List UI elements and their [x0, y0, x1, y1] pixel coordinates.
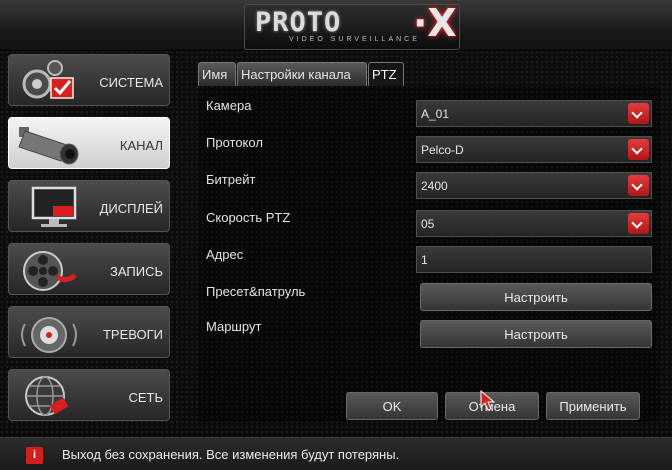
ptz-speed-value: 05	[421, 217, 435, 231]
chevron-down-icon[interactable]	[628, 139, 649, 160]
logo-text: PROTO	[255, 7, 342, 38]
protocol-value: Pelco-D	[421, 143, 464, 157]
sidebar-item-label: СЕТЬ	[128, 390, 163, 405]
sidebar-item-label: ЗАПИСЬ	[110, 264, 163, 279]
route-label: Маршрут	[206, 319, 262, 334]
gears-checkbox-icon	[22, 60, 74, 99]
status-message: Выход без сохранения. Все изменения буду…	[62, 447, 400, 462]
sidebar-menu: СИСТЕМА КАНАЛ ДИСПЛЕЙ ЗАПИСЬ ТРЕВОГИ СЕТ…	[8, 54, 170, 432]
ptz-speed-label: Скорость PTZ	[206, 210, 291, 225]
apply-button[interactable]: Применить	[546, 392, 640, 420]
status-bar: i Выход без сохранения. Все изменения бу…	[0, 437, 672, 470]
mouse-cursor-icon	[480, 390, 496, 411]
sidebar-item-label: СИСТЕМА	[99, 75, 163, 90]
globe-network-icon	[25, 376, 69, 416]
bitrate-label: Битрейт	[206, 172, 256, 187]
sidebar-item-system[interactable]: СИСТЕМА	[8, 54, 170, 106]
sidebar-item-label: ДИСПЛЕЙ	[99, 201, 163, 216]
film-reel-icon	[23, 251, 77, 291]
chevron-down-icon[interactable]	[628, 103, 649, 124]
sidebar-item-network[interactable]: СЕТЬ	[8, 369, 170, 421]
sidebar-item-label: ТРЕВОГИ	[102, 327, 163, 342]
chevron-down-icon[interactable]	[628, 213, 649, 234]
tab-ptz[interactable]: PTZ	[368, 62, 404, 86]
address-label: Адрес	[206, 247, 244, 262]
brand-logo: PROTO ·X VIDEO SURVEILLANCE	[244, 1, 460, 50]
preset-configure-button[interactable]: Настроить	[420, 283, 652, 311]
ptz-speed-select[interactable]: 05	[416, 210, 652, 237]
tab-name[interactable]: Имя	[198, 62, 236, 86]
alarm-bell-icon	[21, 317, 77, 353]
bitrate-value: 2400	[421, 179, 448, 193]
sidebar-item-alarms[interactable]: ТРЕВОГИ	[8, 306, 170, 358]
monitor-icon	[31, 186, 77, 227]
protocol-select[interactable]: Pelco-D	[416, 136, 652, 163]
sidebar-item-display[interactable]: ДИСПЛЕЙ	[8, 180, 170, 232]
dvr-menu-screen: PROTO ·X VIDEO SURVEILLANCE СИСТЕМА КАНА…	[0, 0, 672, 470]
camera-icon	[18, 127, 79, 165]
address-value: 1	[421, 253, 428, 267]
info-icon: i	[26, 447, 43, 464]
sidebar-item-channel[interactable]: КАНАЛ	[8, 117, 170, 169]
header-bar: PROTO ·X VIDEO SURVEILLANCE	[0, 0, 672, 51]
address-input[interactable]: 1	[416, 246, 652, 273]
camera-label: Камера	[206, 98, 252, 113]
route-configure-button[interactable]: Настроить	[420, 320, 652, 348]
sidebar-item-record[interactable]: ЗАПИСЬ	[8, 243, 170, 295]
protocol-label: Протокол	[206, 135, 263, 150]
tab-channel-settings[interactable]: Настройки канала	[237, 62, 367, 86]
logo-subtitle: VIDEO SURVEILLANCE	[289, 36, 420, 43]
ok-button[interactable]: OK	[346, 392, 438, 420]
sidebar-item-label: КАНАЛ	[119, 138, 163, 153]
camera-value: A_01	[421, 107, 450, 121]
camera-select[interactable]: A_01	[416, 100, 652, 127]
preset-patrol-label: Пресет&патруль	[206, 284, 306, 299]
bitrate-select[interactable]: 2400	[416, 172, 652, 199]
chevron-down-icon[interactable]	[628, 175, 649, 196]
